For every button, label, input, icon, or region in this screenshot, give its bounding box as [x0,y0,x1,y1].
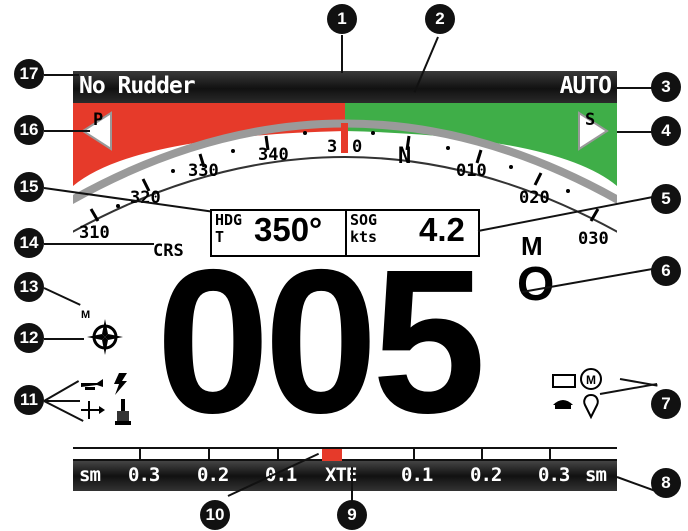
xte-label: 0.3 [538,464,570,486]
callout-2: 2 [425,4,455,34]
callout-4: 4 [651,116,681,146]
starboard-label: S [585,110,596,130]
compass-rose-icon [87,319,123,355]
xte-label: 0.3 [128,464,160,486]
compass-label-3: 3 [327,137,338,157]
tick-dot [446,146,450,150]
antenna-icon [553,400,573,405]
xte-label: 0.2 [470,464,502,486]
power-icon [114,373,127,395]
leader-line [44,243,154,245]
port-label: P [93,110,104,130]
callout-8: 8 [651,468,681,498]
leader-line [44,130,90,132]
compass-label-0: 0 [352,137,363,157]
tick-dot [509,165,513,169]
tick-dot [371,131,375,135]
sog-label: SOG [350,211,378,229]
callout-11: 11 [14,385,44,415]
compass-sensor-icon [115,399,131,425]
compass-label-010: 010 [456,161,487,181]
autopilot-screen: No Rudder AUTO 310 320 330 340 3 0 N 010… [73,71,617,498]
callout-12: 12 [14,323,44,353]
xte-marker [322,449,342,461]
status-bar: No Rudder AUTO [73,71,617,103]
tick-dot [231,149,235,153]
mode-status: AUTO [559,73,612,99]
callout-10: 10 [200,500,230,530]
compass-label-020: 020 [519,188,550,208]
tick-dot [566,189,570,193]
compass-label-030: 030 [578,229,609,249]
compass-label-340: 340 [258,145,289,165]
xte-track [73,447,617,461]
compass-label-320: 320 [130,188,161,208]
compass-label-330: 330 [188,161,219,181]
xte-label: 0.1 [401,464,433,486]
callout-6: 6 [651,256,681,286]
callout-14: 14 [14,228,44,258]
callout-7: 7 [651,389,681,419]
sensor-icons [81,373,131,425]
tick [533,172,543,186]
xte-unit-right: sm [585,464,607,486]
rudder-sensor-icon [81,401,105,419]
system-icons: M [552,368,602,420]
heading-label: HDG [215,211,243,229]
waypoint-icon [583,393,599,420]
rudder-status: No Rudder [79,73,196,99]
degree-symbol: O [517,258,555,311]
callout-16: 16 [14,115,44,145]
leader-line [341,35,343,73]
gps-icon [81,379,103,390]
callout-1: 1 [327,4,357,34]
tick-dot [171,169,175,173]
xte-unit-left: sm [79,464,101,486]
callout-15: 15 [14,172,44,202]
tick-dot [116,204,120,208]
xte-bar: sm 0.3 0.2 0.1 XTE 0.1 0.2 0.3 sm [73,447,617,491]
xte-scale: sm 0.3 0.2 0.1 XTE 0.1 0.2 0.3 sm [73,461,617,491]
compass-label-N: N [398,144,412,169]
tick-dot [303,131,307,135]
xte-label: 0.2 [197,464,229,486]
locked-heading-value: 005 [156,227,486,456]
leader-line [44,338,84,340]
callout-5: 5 [651,184,681,214]
leader-line [44,74,79,76]
callout-13: 13 [14,272,44,302]
callout-9: 9 [337,500,367,530]
heading-marker [341,123,348,153]
callout-17: 17 [14,59,44,89]
compass-label-310: 310 [79,223,110,243]
svg-text:M: M [586,373,596,387]
display-icon [552,374,576,388]
callout-3: 3 [651,72,681,102]
